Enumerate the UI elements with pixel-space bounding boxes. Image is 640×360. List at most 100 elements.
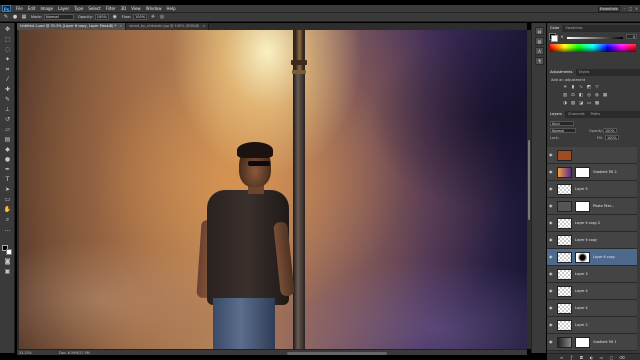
visibility-eye-icon[interactable]: ◉	[549, 272, 553, 276]
visibility-eye-icon[interactable]: ◉	[549, 306, 553, 310]
layer-mask-thumbnail[interactable]	[575, 201, 590, 212]
invert-icon[interactable]: ◑	[562, 101, 568, 107]
k-channel-input[interactable]: 0	[626, 34, 637, 39]
k-channel-slider[interactable]	[567, 37, 623, 39]
gradient-tool-icon[interactable]: ▤	[2, 135, 13, 144]
link-icon[interactable]: ∞	[559, 355, 564, 360]
document-size[interactable]: Doc: 6.59M/27.9M	[59, 350, 90, 356]
lasso-tool-icon[interactable]: ◌	[2, 45, 13, 54]
paragraph-panel-icon[interactable]: ¶	[535, 57, 544, 65]
visibility-eye-icon[interactable]: ◉	[549, 238, 553, 242]
more-tools-icon[interactable]: …	[2, 225, 13, 234]
layer-row[interactable]: ◉ Layer 4	[547, 300, 637, 317]
layer-row[interactable]: ◉	[547, 147, 637, 164]
layer-mask-thumbnail[interactable]	[575, 167, 590, 178]
visibility-eye-icon[interactable]: ◉	[549, 187, 553, 191]
menu-layer[interactable]: Layer	[58, 6, 69, 11]
layer-row[interactable]: ◉ Layer 4 copy 2	[547, 215, 637, 232]
trash-icon[interactable]: ⌫	[619, 355, 625, 360]
properties-panel-icon[interactable]: ▥	[535, 37, 544, 45]
crop-tool-icon[interactable]: ⌗	[2, 65, 13, 74]
blur-tool-icon[interactable]: ◆	[2, 145, 13, 154]
foreground-color-chip[interactable]	[551, 35, 558, 42]
posterize-icon[interactable]: ▧	[570, 101, 576, 107]
brush-tool-icon[interactable]: ✎	[2, 95, 13, 104]
horizontal-scroll-thumb[interactable]	[287, 351, 387, 355]
blend-mode-select[interactable]: Normal	[550, 128, 576, 133]
tab-paths[interactable]: Paths	[588, 111, 604, 118]
mode-select[interactable]: Normal	[44, 14, 75, 20]
zoom-tool-icon[interactable]: ⌕	[2, 215, 13, 224]
tab-styles[interactable]: Styles	[576, 69, 593, 76]
stamp-tool-icon[interactable]: ⊥	[2, 105, 13, 114]
marquee-tool-icon[interactable]: ⬚	[2, 35, 13, 44]
brush-preset-icon[interactable]: ●	[12, 14, 18, 20]
flow-input[interactable]: 100%	[133, 14, 148, 20]
layer-opacity-input[interactable]: 100%	[603, 128, 617, 133]
visibility-eye-icon[interactable]: ◉	[549, 255, 553, 259]
brush-tool-icon[interactable]: ✎	[3, 14, 9, 20]
move-tool-icon[interactable]: ✥	[2, 25, 13, 34]
tab-adjustments[interactable]: Adjustments	[547, 69, 576, 76]
visibility-eye-icon[interactable]: ◉	[549, 289, 553, 293]
layer-mask-thumbnail[interactable]	[575, 337, 590, 348]
path-select-tool-icon[interactable]: ➤	[2, 185, 13, 194]
layer-row[interactable]: ◉ Layer 2	[547, 317, 637, 334]
layer-row[interactable]: ◉ Gradient Fill 1	[547, 334, 637, 351]
visibility-eye-icon[interactable]: ◉	[549, 221, 553, 225]
screen-mode-icon[interactable]: ▣	[2, 267, 13, 276]
hue-saturation-icon[interactable]: ▥	[562, 93, 568, 99]
tab-swatches[interactable]: Swatches	[562, 25, 585, 32]
pen-tool-icon[interactable]: ✒	[2, 165, 13, 174]
canvas-area[interactable]	[17, 30, 527, 349]
menu-select[interactable]: Select	[88, 6, 100, 11]
layer-row[interactable]: ◉ Layer 6 copy	[547, 232, 637, 249]
curves-icon[interactable]: ∿	[578, 85, 584, 91]
history-panel-icon[interactable]: ▤	[535, 27, 544, 35]
background-color-swatch[interactable]	[6, 249, 12, 255]
maximize-icon[interactable]: □	[628, 6, 633, 11]
layer-mask-thumbnail[interactable]	[575, 252, 590, 263]
kind-filter-select[interactable]: Kind	[550, 121, 574, 126]
brightness-icon[interactable]: ☀	[562, 85, 568, 91]
document-image[interactable]	[19, 30, 527, 349]
tab-untitled[interactable]: Untitled-1.psd @ 33.3% (Layer 6 copy, La…	[17, 23, 127, 30]
eraser-tool-icon[interactable]: ▱	[2, 125, 13, 134]
quick-select-tool-icon[interactable]: ✦	[2, 55, 13, 64]
tab-color[interactable]: Color	[547, 25, 563, 32]
black-white-icon[interactable]: ◧	[578, 93, 584, 99]
color-lookup-icon[interactable]: ▦	[602, 93, 608, 99]
photo-filter-icon[interactable]: ◎	[586, 93, 592, 99]
tab-close-icon[interactable]: ×	[119, 24, 122, 28]
pressure-size-icon[interactable]: ◎	[159, 14, 165, 20]
tab-channels[interactable]: Channels	[565, 111, 588, 118]
visibility-eye-icon[interactable]: ◉	[549, 340, 553, 344]
tab-layers[interactable]: Layers	[547, 111, 565, 118]
menu-help[interactable]: Help	[166, 6, 175, 11]
zoom-readout[interactable]: 33.33%	[19, 350, 32, 356]
levels-icon[interactable]: ▮	[570, 85, 576, 91]
menu-file[interactable]: File	[16, 6, 23, 11]
shape-tool-icon[interactable]: ▭	[2, 195, 13, 204]
adjustment-layer-icon[interactable]: ◐	[589, 355, 594, 360]
menu-window[interactable]: Window	[146, 6, 162, 11]
channel-mixer-icon[interactable]: ◍	[594, 93, 600, 99]
group-folder-icon[interactable]: ▭	[599, 355, 604, 360]
brush-panel-icon[interactable]: ▦	[21, 14, 27, 20]
layer-row[interactable]: ◉ Gradient Fill 2	[547, 164, 637, 181]
visibility-eye-icon[interactable]: ◉	[549, 323, 553, 327]
layer-row[interactable]: ◉ Layer 3	[547, 266, 637, 283]
threshold-icon[interactable]: ◪	[578, 101, 584, 107]
fx-icon[interactable]: ƒ	[569, 355, 574, 360]
gradient-map-icon[interactable]: ▭	[586, 101, 592, 107]
eyedropper-tool-icon[interactable]: ⁄	[2, 75, 13, 84]
menu-edit[interactable]: Edit	[28, 6, 36, 11]
color-balance-icon[interactable]: ⚖	[570, 93, 576, 99]
history-brush-icon[interactable]: ↺	[2, 115, 13, 124]
layer-row[interactable]: ◉ Layer 4	[547, 283, 637, 300]
layer-row[interactable]: ◉ Photo Fiter...	[547, 198, 637, 215]
selective-color-icon[interactable]: ▩	[594, 101, 600, 107]
workspace-select[interactable]: Essentials	[598, 6, 620, 12]
layer-row[interactable]: ◉ Layer 5	[547, 181, 637, 198]
pressure-opacity-icon[interactable]: ◉	[112, 14, 118, 20]
